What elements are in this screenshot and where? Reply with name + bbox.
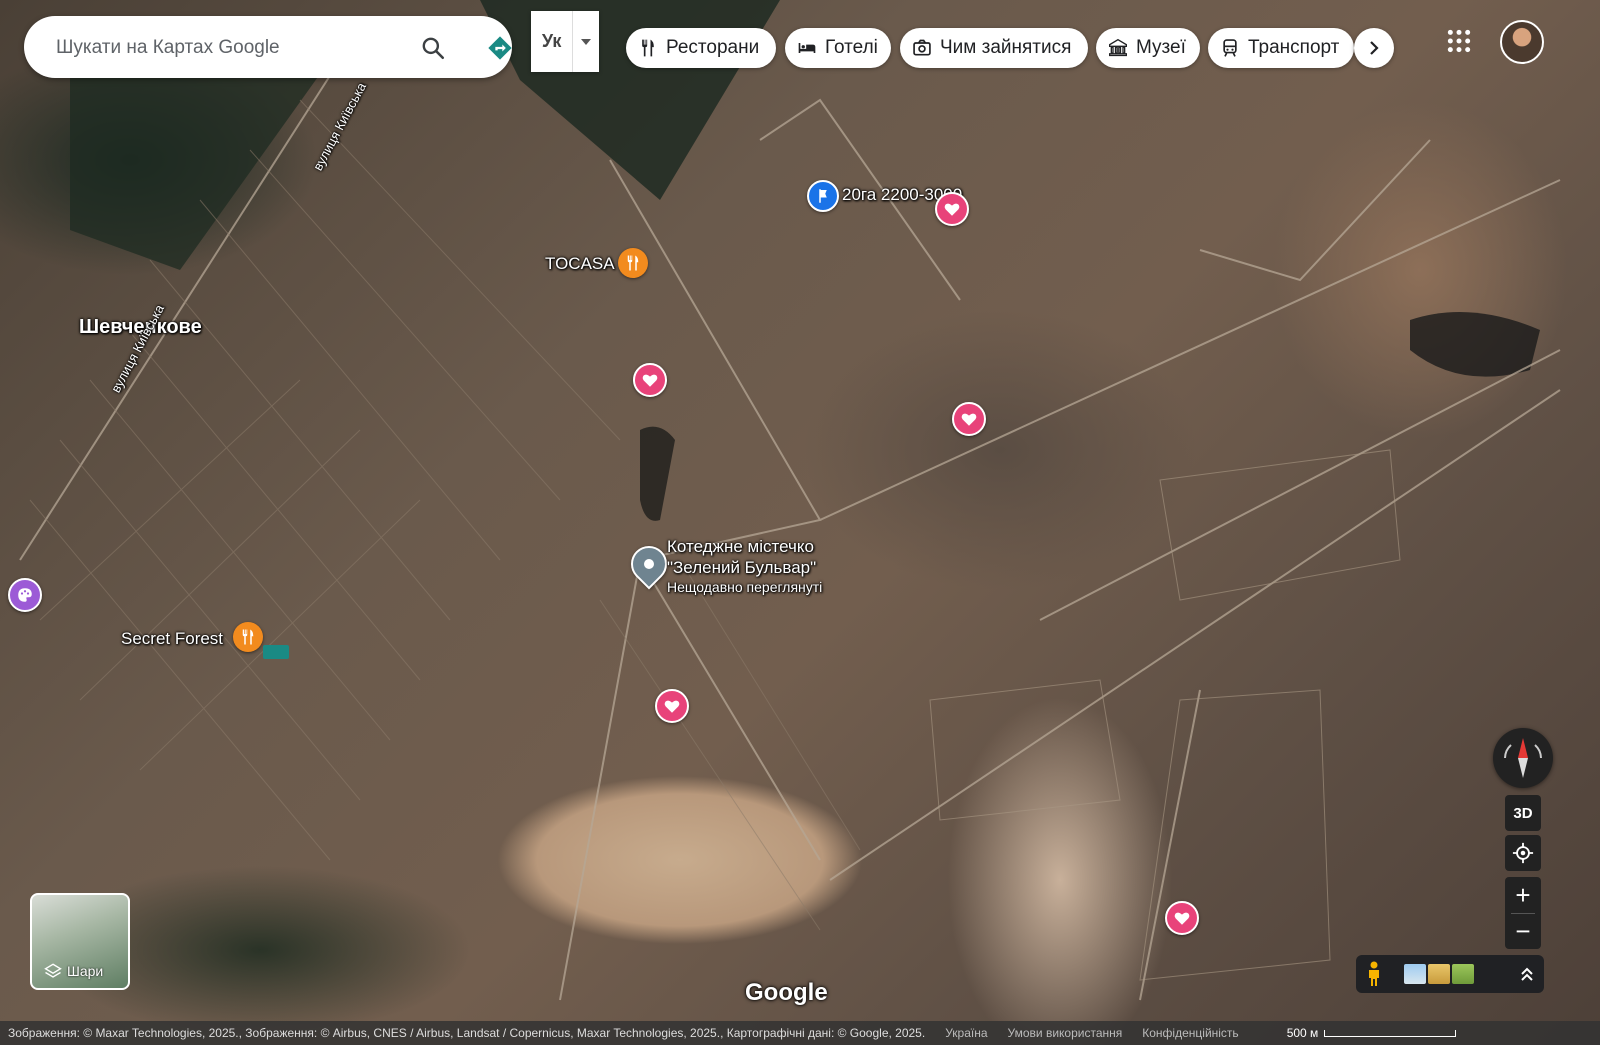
- imagery-thumb[interactable]: [1428, 964, 1450, 984]
- train-icon: [1223, 39, 1237, 57]
- expand-imagery-button[interactable]: [1510, 966, 1544, 982]
- chip-label: Ресторани: [666, 37, 760, 58]
- zoom-out-button[interactable]: −: [1505, 913, 1541, 949]
- scale-indicator[interactable]: 500 м: [1279, 1026, 1457, 1040]
- search-box: [24, 16, 514, 80]
- fork-knife-icon: [642, 39, 654, 57]
- heart-icon: [642, 374, 658, 387]
- zoom-controls: + −: [1505, 877, 1541, 949]
- imagery-thumb[interactable]: [1404, 964, 1426, 984]
- palette-icon: [18, 588, 32, 602]
- museum-icon: [1109, 38, 1127, 57]
- flag-icon: [819, 189, 827, 203]
- bed-icon: [798, 43, 816, 53]
- camera-icon: [913, 39, 931, 56]
- zoom-divider: [1511, 913, 1535, 914]
- saved-heart-pin[interactable]: [655, 689, 689, 723]
- poi-sublabel-recent: Нещодавно переглянуті: [667, 579, 823, 595]
- compass-icon: [1504, 738, 1542, 778]
- poi-label-recent-1[interactable]: Котеджне містечко: [667, 537, 814, 557]
- restaurant-pin[interactable]: [233, 622, 263, 652]
- my-location-button[interactable]: [1505, 835, 1541, 871]
- heart-icon: [1174, 912, 1190, 925]
- layers-label: Шари: [67, 963, 104, 979]
- language-label: Ук: [541, 31, 562, 51]
- chip-museums[interactable]: Музеї: [1096, 28, 1200, 68]
- terms-link[interactable]: Умови використання: [1008, 1026, 1123, 1040]
- park-marker: [263, 645, 289, 659]
- poi-label-tocasa[interactable]: TOCASA: [545, 254, 615, 274]
- double-chevron-up-icon: [1521, 967, 1533, 981]
- footer-bar: Зображення: © Maxar Technologies, 2025.,…: [0, 1021, 1600, 1045]
- chevron-right-icon: [1370, 41, 1379, 55]
- map-roads-layer: [19, 0, 1561, 1001]
- flag-pin[interactable]: [807, 180, 839, 212]
- directions-icon[interactable]: [486, 34, 514, 62]
- street-view-bar: [1356, 955, 1544, 993]
- fork-knife-icon: [242, 629, 254, 645]
- chip-restaurants[interactable]: Ресторани: [626, 28, 776, 68]
- caret-down-icon[interactable]: [572, 11, 599, 72]
- recent-place-dot: [641, 556, 657, 572]
- imagery-thumbnails: [1404, 964, 1474, 984]
- attribution-text: Зображення: © Maxar Technologies, 2025.,…: [8, 1026, 926, 1040]
- heart-icon: [944, 203, 960, 216]
- chip-label: Чим зайнятися: [940, 37, 1072, 58]
- layers-icon: [44, 963, 62, 978]
- art-pin[interactable]: [8, 578, 42, 612]
- chips-next-button[interactable]: [1354, 28, 1394, 68]
- scale-bar: [1324, 1029, 1457, 1037]
- heart-icon: [664, 700, 680, 713]
- saved-heart-pin[interactable]: [935, 192, 969, 226]
- apps-grid-icon[interactable]: [1446, 28, 1472, 54]
- restaurant-pin[interactable]: [618, 248, 648, 278]
- layers-button[interactable]: Шари: [30, 893, 130, 990]
- heart-icon: [961, 413, 977, 426]
- poi-label-secret-forest[interactable]: Secret Forest: [121, 629, 223, 649]
- saved-heart-pin[interactable]: [1165, 901, 1199, 935]
- chip-transit[interactable]: Транспорт: [1208, 28, 1354, 68]
- compass-button[interactable]: [1493, 728, 1553, 788]
- toggle-3d-button[interactable]: 3D: [1505, 795, 1541, 831]
- scale-label: 500 м: [1286, 1026, 1319, 1040]
- account-avatar[interactable]: [1500, 20, 1544, 64]
- google-logo: Google: [745, 979, 828, 1006]
- fork-knife-icon: [627, 255, 639, 271]
- my-location-icon: [1512, 842, 1534, 864]
- search-input[interactable]: [54, 16, 398, 80]
- chip-label: Транспорт: [1248, 37, 1340, 58]
- layers-label-wrap: Шари: [44, 962, 103, 980]
- poi-label-recent-2[interactable]: "Зелений Бульвар": [667, 558, 816, 578]
- language-button[interactable]: Ук: [531, 11, 599, 72]
- chip-label: Готелі: [825, 37, 878, 58]
- search-icon[interactable]: [420, 35, 446, 61]
- chip-label: Музеї: [1136, 37, 1186, 58]
- zoom-in-button[interactable]: +: [1505, 877, 1541, 913]
- chip-things-to-do[interactable]: Чим зайнятися: [900, 28, 1088, 68]
- imagery-thumb[interactable]: [1452, 964, 1474, 984]
- satellite-map[interactable]: [0, 0, 1600, 1045]
- privacy-link[interactable]: Конфіденційність: [1142, 1026, 1238, 1040]
- saved-heart-pin[interactable]: [633, 363, 667, 397]
- country-link[interactable]: Україна: [945, 1026, 987, 1040]
- saved-heart-pin[interactable]: [952, 402, 986, 436]
- pegman-icon[interactable]: [1356, 961, 1392, 987]
- chip-hotels[interactable]: Готелі: [785, 28, 891, 68]
